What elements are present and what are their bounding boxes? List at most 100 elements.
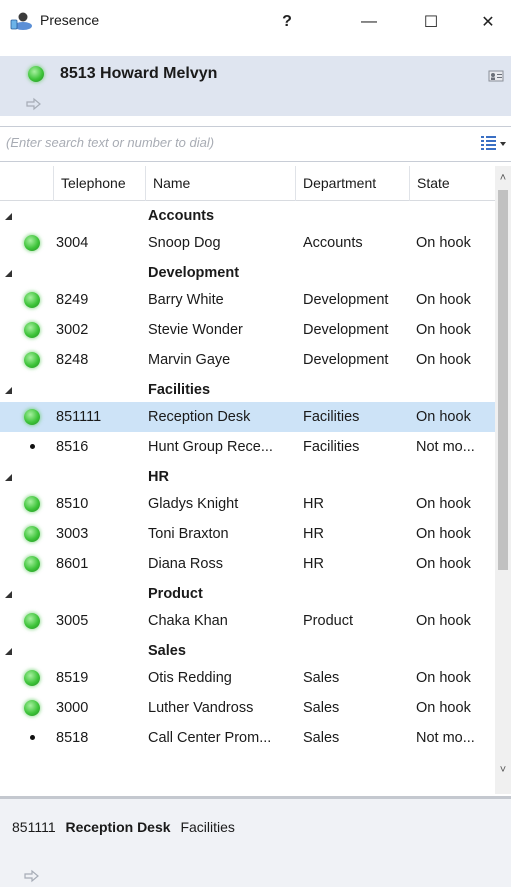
- presence-app-icon: [10, 10, 34, 32]
- contact-department: HR: [303, 496, 324, 512]
- column-header-telephone[interactable]: Telephone: [54, 166, 146, 201]
- contact-name: Hunt Group Rece...: [148, 439, 273, 455]
- contacts-grid: Telephone Name Department State Accounts…: [0, 166, 495, 794]
- user-status-icon: [28, 66, 44, 82]
- search-input[interactable]: [6, 135, 466, 150]
- scroll-down-arrow-icon[interactable]: ˅: [495, 762, 511, 778]
- contact-name: Luther Vandross: [148, 700, 254, 716]
- contact-row[interactable]: 3002 Stevie Wonder Development On hook: [0, 315, 495, 345]
- contact-telephone: 3003: [56, 526, 89, 542]
- maximize-button[interactable]: ☐: [408, 0, 454, 44]
- presence-unknown-icon: [30, 735, 35, 740]
- current-user-name: 8513 Howard Melvyn: [60, 65, 218, 82]
- collapse-triangle-icon[interactable]: [5, 387, 12, 394]
- contact-row[interactable]: 3005 Chaka Khan Product On hook: [0, 606, 495, 636]
- contact-row[interactable]: 8601 Diana Ross HR On hook: [0, 549, 495, 579]
- collapse-triangle-icon[interactable]: [5, 474, 12, 481]
- column-header-state[interactable]: State: [410, 166, 495, 201]
- contact-row[interactable]: 8248 Marvin Gaye Development On hook: [0, 345, 495, 375]
- collapse-triangle-icon[interactable]: [5, 270, 12, 277]
- column-header-status[interactable]: [0, 166, 54, 201]
- contact-row[interactable]: 8518 Call Center Prom... Sales Not mo...: [0, 723, 495, 753]
- column-chooser-button[interactable]: [480, 134, 508, 152]
- contact-department: Development: [303, 322, 389, 338]
- forward-call-icon[interactable]: [24, 869, 40, 883]
- contact-name: Otis Redding: [148, 670, 232, 686]
- contact-row[interactable]: 8519 Otis Redding Sales On hook: [0, 663, 495, 693]
- group-header[interactable]: Development: [0, 258, 495, 285]
- contact-name: Diana Ross: [148, 556, 223, 572]
- group-header[interactable]: Product: [0, 579, 495, 606]
- contact-department: HR: [303, 556, 324, 572]
- presence-online-icon: [24, 670, 40, 686]
- group-header[interactable]: Sales: [0, 636, 495, 663]
- vertical-scrollbar[interactable]: ˄ ˅: [495, 166, 511, 794]
- contact-telephone: 8249: [56, 292, 89, 308]
- contact-department: Product: [303, 613, 353, 629]
- contact-name: Call Center Prom...: [148, 730, 272, 746]
- close-button[interactable]: ✕: [465, 0, 511, 44]
- contact-row[interactable]: 3003 Toni Braxton HR On hook: [0, 519, 495, 549]
- column-header-department[interactable]: Department: [296, 166, 410, 201]
- group-header[interactable]: Facilities: [0, 375, 495, 402]
- contact-row[interactable]: 3004 Snoop Dog Accounts On hook: [0, 228, 495, 258]
- group-header[interactable]: Accounts: [0, 201, 495, 228]
- column-header-name[interactable]: Name: [146, 166, 296, 201]
- group-label: Accounts: [148, 208, 215, 224]
- contact-telephone: 8601: [56, 556, 89, 572]
- contact-row[interactable]: 8516 Hunt Group Rece... Facilities Not mo..…: [0, 432, 495, 462]
- contact-telephone: 8519: [56, 670, 89, 686]
- contact-department: Facilities: [303, 439, 360, 455]
- contact-telephone: 851111: [56, 409, 102, 425]
- contact-state: On hook: [416, 322, 471, 338]
- contact-telephone: 8248: [56, 352, 89, 368]
- contact-telephone: 3000: [56, 700, 89, 716]
- group-label: Product: [148, 586, 203, 602]
- presence-online-icon: [24, 292, 40, 308]
- contact-row[interactable]: 851111 Reception Desk Facilities On hook: [0, 402, 495, 432]
- collapse-triangle-icon[interactable]: [5, 648, 12, 655]
- contact-state: On hook: [416, 700, 471, 716]
- group-label: Sales: [148, 643, 186, 659]
- contact-row[interactable]: 8249 Barry White Development On hook: [0, 285, 495, 315]
- contact-state: On hook: [416, 670, 471, 686]
- contact-department: Sales: [303, 670, 340, 686]
- help-button[interactable]: ?: [264, 0, 310, 44]
- presence-online-icon: [24, 613, 40, 629]
- presence-online-icon: [24, 700, 40, 716]
- contact-telephone: 3004: [56, 235, 89, 251]
- contact-state: On hook: [416, 235, 471, 251]
- contact-state: Not mo...: [416, 439, 475, 455]
- contact-name: Reception Desk: [148, 409, 251, 425]
- contact-name: Barry White: [148, 292, 224, 308]
- detail-telephone: 851111: [12, 819, 56, 835]
- contact-name: Toni Braxton: [148, 526, 229, 542]
- title-bar: Presence ? — ☐ ✕: [0, 0, 511, 44]
- contact-row[interactable]: 3000 Luther Vandross Sales On hook: [0, 693, 495, 723]
- presence-online-icon: [24, 322, 40, 338]
- scroll-up-arrow-icon[interactable]: ˄: [495, 170, 511, 186]
- forward-call-icon[interactable]: [26, 97, 42, 111]
- presence-online-icon: [24, 526, 40, 542]
- group-label: HR: [148, 469, 169, 485]
- contact-state: On hook: [416, 496, 471, 512]
- presence-online-icon: [24, 556, 40, 572]
- contact-department: Development: [303, 352, 389, 368]
- grid-header: Telephone Name Department State: [0, 166, 495, 201]
- collapse-triangle-icon[interactable]: [5, 591, 12, 598]
- collapse-triangle-icon[interactable]: [5, 213, 12, 220]
- contact-state: On hook: [416, 352, 471, 368]
- contact-card-icon[interactable]: [488, 69, 504, 83]
- contact-state: On hook: [416, 409, 471, 425]
- contact-name: Chaka Khan: [148, 613, 228, 629]
- scrollbar-thumb[interactable]: [498, 190, 508, 570]
- contact-name: Gladys Knight: [148, 496, 239, 512]
- presence-online-icon: [24, 235, 40, 251]
- contact-state: On hook: [416, 613, 471, 629]
- contact-state: On hook: [416, 292, 471, 308]
- contact-telephone: 3005: [56, 613, 89, 629]
- minimize-button[interactable]: —: [346, 0, 392, 44]
- contact-row[interactable]: 8510 Gladys Knight HR On hook: [0, 489, 495, 519]
- user-action-bar: [0, 90, 511, 116]
- group-header[interactable]: HR: [0, 462, 495, 489]
